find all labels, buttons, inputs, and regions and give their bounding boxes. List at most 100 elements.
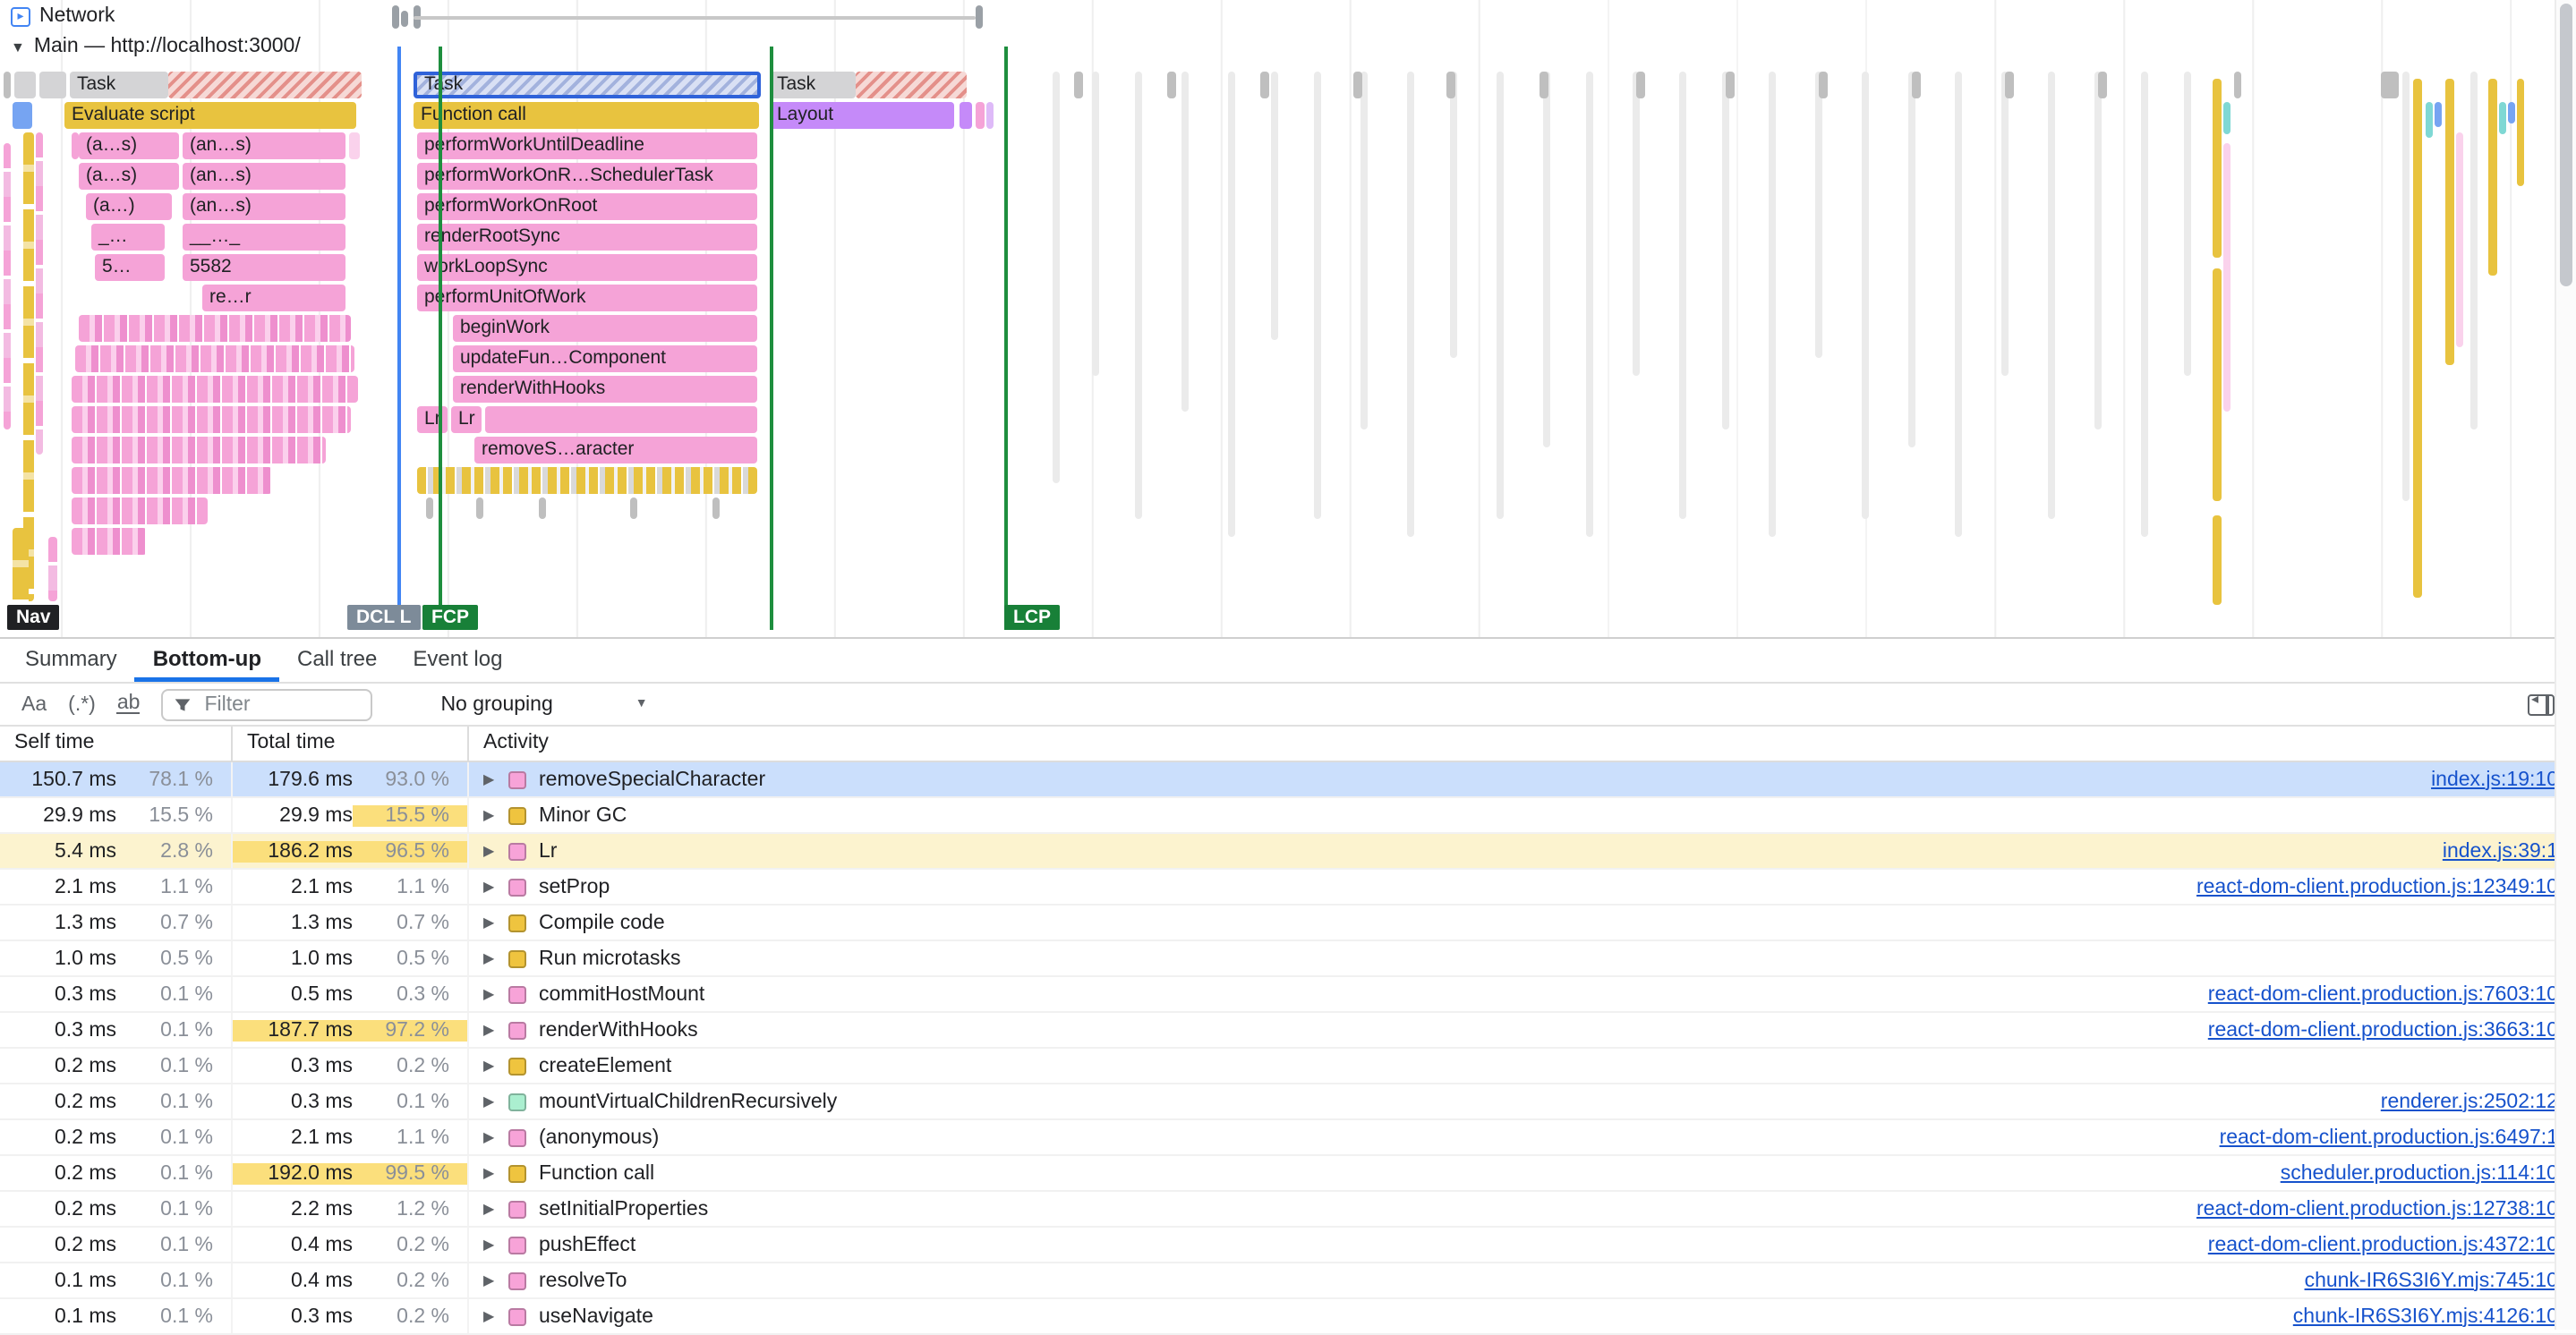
flame-bar[interactable] xyxy=(4,143,11,429)
flame-bar[interactable] xyxy=(2213,268,2222,501)
flame-bar[interactable] xyxy=(1260,72,1269,98)
flame-bar[interactable] xyxy=(36,132,43,455)
flame-bar[interactable] xyxy=(976,5,983,29)
flame-bar[interactable] xyxy=(2508,102,2515,123)
flame-bar[interactable] xyxy=(2141,72,2148,537)
flame-bar[interactable] xyxy=(1497,72,1504,519)
flame-bar[interactable] xyxy=(2005,72,2014,98)
flame-bar-an-s[interactable]: (an…s) xyxy=(183,163,345,190)
flame-bar[interactable] xyxy=(1074,72,1083,98)
flame-bar[interactable] xyxy=(349,132,360,159)
flame-bar[interactable] xyxy=(2184,72,2191,376)
flame-bar[interactable] xyxy=(2223,143,2231,412)
scrollbar-thumb[interactable] xyxy=(2559,4,2572,286)
expand-arrow-icon[interactable]: ▶ xyxy=(483,914,508,931)
table-row[interactable]: 0.2 ms0.1 %192.0 ms99.5 %▶Function calls… xyxy=(0,1156,2576,1192)
flame-bar[interactable] xyxy=(72,437,326,463)
flame-bar-beginwork[interactable]: beginWork xyxy=(453,315,757,342)
flame-bar-performworkuntildeadline[interactable]: performWorkUntilDeadline xyxy=(417,132,757,159)
flame-bar[interactable] xyxy=(401,11,408,27)
flame-bar-lr[interactable]: Lr xyxy=(417,406,448,433)
source-link[interactable]: chunk-IR6S3I6Y.mjs:4126:10 xyxy=(2293,1305,2576,1327)
flame-bar[interactable] xyxy=(1314,72,1321,519)
flame-bar[interactable] xyxy=(1543,72,1550,447)
flame-bar[interactable] xyxy=(2223,102,2231,134)
flame-bar[interactable] xyxy=(976,102,985,129)
match-case-toggle[interactable]: Aa xyxy=(21,693,47,715)
flame-chart[interactable]: ▸ Network ▼ Main — http://localhost:3000… xyxy=(0,0,2576,639)
flame-bar[interactable] xyxy=(1679,72,1686,519)
regex-toggle[interactable]: (.*) xyxy=(68,693,96,715)
flame-bar[interactable] xyxy=(2456,132,2463,347)
flame-bar[interactable] xyxy=(1407,72,1414,537)
flame-bar-layout[interactable]: Layout xyxy=(770,102,954,129)
source-link[interactable]: react-dom-client.production.js:12738:10 xyxy=(2196,1198,2576,1220)
flame-bar-removes-aracter[interactable]: removeS…aracter xyxy=(474,437,757,463)
grouping-select[interactable]: No grouping ▼ xyxy=(440,693,647,715)
source-link[interactable]: renderer.js:2502:12 xyxy=(2381,1091,2576,1112)
expand-arrow-icon[interactable]: ▶ xyxy=(483,1165,508,1181)
flame-bar-performunitofwork[interactable]: performUnitOfWork xyxy=(417,285,757,311)
flame-bar[interactable] xyxy=(1181,72,1189,412)
flame-bar[interactable] xyxy=(1908,72,1915,447)
expand-arrow-icon[interactable]: ▶ xyxy=(483,879,508,895)
source-link[interactable]: react-dom-client.production.js:3663:10 xyxy=(2208,1019,2576,1041)
collapse-main-track-icon[interactable]: ▼ xyxy=(11,38,25,55)
flame-bar[interactable] xyxy=(39,72,66,98)
marker-dcl-l[interactable]: DCL L xyxy=(347,605,420,630)
flame-bar[interactable] xyxy=(476,497,483,519)
expand-arrow-icon[interactable]: ▶ xyxy=(483,1058,508,1074)
table-row[interactable]: 0.3 ms0.1 %0.5 ms0.3 %▶commitHostMountre… xyxy=(0,977,2576,1013)
flame-bar[interactable] xyxy=(1726,72,1735,98)
table-row[interactable]: 0.3 ms0.1 %187.7 ms97.2 %▶renderWithHook… xyxy=(0,1013,2576,1049)
expand-arrow-icon[interactable]: ▶ xyxy=(483,986,508,1002)
filter-input[interactable] xyxy=(200,692,360,717)
flame-bar[interactable] xyxy=(1361,72,1368,429)
flame-bar-an-s[interactable]: (an…s) xyxy=(183,132,345,159)
flame-bar[interactable] xyxy=(2445,79,2454,365)
table-row[interactable]: 0.1 ms0.1 %0.4 ms0.2 %▶resolveTochunk-IR… xyxy=(0,1263,2576,1299)
flame-bar-a-s[interactable]: (a…s) xyxy=(79,163,179,190)
flame-bar[interactable] xyxy=(2048,72,2055,519)
marker-fcp[interactable]: FCP xyxy=(422,605,478,630)
flame-bar[interactable] xyxy=(1135,72,1142,519)
flame-bar[interactable] xyxy=(1540,72,1548,98)
flame-bar-5582[interactable]: 5582 xyxy=(183,254,345,281)
flame-bar[interactable] xyxy=(1722,72,1729,429)
table-row[interactable]: 2.1 ms1.1 %2.1 ms1.1 %▶setPropreact-dom-… xyxy=(0,870,2576,906)
network-track-expand-icon[interactable]: ▸ xyxy=(11,6,30,26)
flame-bar[interactable] xyxy=(79,315,351,342)
expand-arrow-icon[interactable]: ▶ xyxy=(483,1237,508,1253)
flame-bar[interactable] xyxy=(960,102,972,129)
expand-arrow-icon[interactable]: ▶ xyxy=(483,1093,508,1110)
source-link[interactable]: chunk-IR6S3I6Y.mjs:745:10 xyxy=(2305,1270,2576,1291)
table-row[interactable]: 0.2 ms0.1 %2.1 ms1.1 %▶(anonymous)react-… xyxy=(0,1120,2576,1156)
flame-bar[interactable] xyxy=(1053,72,1060,483)
flame-bar[interactable] xyxy=(1633,72,1640,376)
flame-bar-a[interactable]: (a…) xyxy=(86,193,172,220)
flame-bar[interactable] xyxy=(539,497,546,519)
table-row[interactable]: 29.9 ms15.5 %29.9 ms15.5 %▶Minor GC xyxy=(0,798,2576,834)
flame-bar-renderrootsync[interactable]: renderRootSync xyxy=(417,224,757,251)
flame-bar[interactable] xyxy=(2213,515,2222,605)
flame-bar[interactable] xyxy=(485,406,757,433)
flame-bar[interactable] xyxy=(13,528,29,608)
column-header-activity[interactable]: Activity xyxy=(469,727,2576,761)
expand-arrow-icon[interactable]: ▶ xyxy=(483,1201,508,1217)
flame-bar-function-call[interactable]: Function call xyxy=(414,102,759,129)
flame-bar[interactable] xyxy=(2381,72,2399,98)
flame-bar[interactable] xyxy=(1167,72,1176,98)
flame-bar[interactable] xyxy=(72,497,208,524)
flame-bar[interactable] xyxy=(856,72,967,98)
expand-arrow-icon[interactable]: ▶ xyxy=(483,950,508,966)
expand-arrow-icon[interactable]: ▶ xyxy=(483,771,508,787)
flame-bar-updatefun-component[interactable]: updateFun…Component xyxy=(453,345,757,372)
column-header-total-time[interactable]: Total time xyxy=(233,727,469,761)
flame-bar-performworkonr-schedulertask[interactable]: performWorkOnR…SchedulerTask xyxy=(417,163,757,190)
marker-lcp[interactable]: LCP xyxy=(1004,605,1060,630)
flame-bar[interactable] xyxy=(14,72,36,98)
table-row[interactable]: 0.2 ms0.1 %2.2 ms1.2 %▶setInitialPropert… xyxy=(0,1192,2576,1228)
flame-bar-item[interactable]: _… xyxy=(91,224,165,251)
expand-arrow-icon[interactable]: ▶ xyxy=(483,843,508,859)
flame-bar[interactable] xyxy=(2094,72,2102,429)
